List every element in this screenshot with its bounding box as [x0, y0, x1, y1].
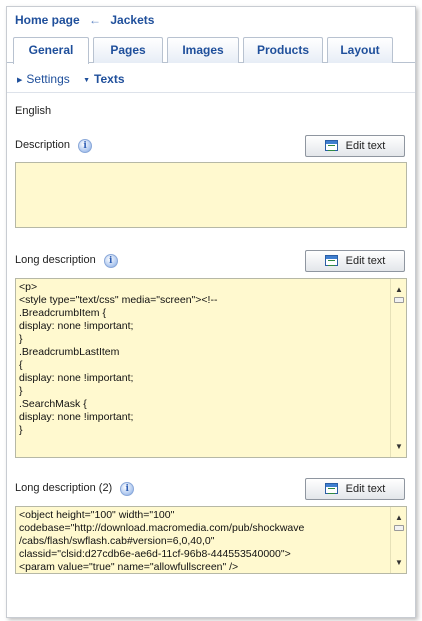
long-description-2-label: Long description (2) i — [15, 482, 135, 496]
breadcrumb-current[interactable]: Jackets — [110, 13, 154, 27]
editor-window-icon — [324, 255, 338, 266]
description-header: Description i Edit text — [7, 129, 415, 159]
subnav-settings-label: Settings — [26, 72, 70, 86]
long-description-2-text: <object height="100" width="100" codebas… — [19, 509, 305, 573]
sub-navigation: ▶ Settings ▼ Texts — [7, 63, 415, 93]
long-description-2-label-text: Long description (2) — [15, 482, 113, 494]
long-description-label: Long description i — [15, 254, 118, 268]
description-label: Description i — [15, 139, 93, 153]
long-description-2-textarea[interactable]: <object height="100" width="100" codebas… — [15, 506, 407, 574]
scroll-up-arrow-icon[interactable]: ▲ — [391, 511, 407, 524]
long-description-textarea[interactable]: <p> <style type="text/css" media="screen… — [15, 278, 407, 458]
long-description-2-edit-text-button[interactable]: Edit text — [305, 478, 405, 500]
scroll-down-arrow-icon[interactable]: ▼ — [391, 556, 407, 569]
subnav-settings[interactable]: ▶ Settings — [17, 72, 73, 86]
triangle-right-icon: ▶ — [17, 77, 23, 84]
description-label-text: Description — [15, 139, 71, 151]
long-description-2-header: Long description (2) i Edit text — [7, 472, 415, 502]
editor-window-icon — [324, 483, 338, 494]
long-description-header: Long description i Edit text — [7, 244, 415, 274]
triangle-down-icon: ▼ — [83, 77, 91, 84]
info-icon[interactable]: i — [120, 482, 135, 496]
scroll-up-arrow-icon[interactable]: ▲ — [391, 283, 407, 296]
tab-images[interactable]: Images — [167, 37, 239, 63]
tab-bar: General Pages Images Products Layout — [7, 33, 415, 64]
language-heading: English — [15, 105, 52, 117]
info-icon[interactable]: i — [78, 139, 93, 153]
editor-panel: Home page ← Jackets General Pages Images… — [6, 6, 416, 618]
editor-window-icon — [324, 140, 338, 151]
long-description-scrollbar[interactable]: ▲ ▼ — [390, 279, 406, 457]
tab-layout[interactable]: Layout — [327, 37, 393, 63]
edit-text-label: Edit text — [345, 255, 386, 267]
long-description-label-text: Long description — [15, 254, 96, 266]
info-icon[interactable]: i — [103, 254, 118, 268]
tab-pages[interactable]: Pages — [93, 37, 163, 63]
subnav-texts[interactable]: ▼ Texts — [83, 72, 124, 86]
long-description-2-scrollbar[interactable]: ▲ ▼ — [390, 507, 406, 573]
breadcrumb: Home page ← Jackets — [7, 7, 415, 33]
description-textarea[interactable] — [15, 162, 407, 228]
tab-products[interactable]: Products — [243, 37, 323, 63]
scroll-thumb[interactable] — [394, 297, 404, 303]
long-description-text: <p> <style type="text/css" media="screen… — [19, 281, 218, 436]
edit-text-label: Edit text — [345, 483, 386, 495]
subnav-texts-label: Texts — [94, 72, 125, 86]
long-description-edit-text-button[interactable]: Edit text — [305, 250, 405, 272]
edit-text-label: Edit text — [345, 140, 386, 152]
description-edit-text-button[interactable]: Edit text — [305, 135, 405, 157]
breadcrumb-separator-icon: ← — [89, 13, 102, 27]
breadcrumb-home-link[interactable]: Home page — [15, 13, 80, 27]
tab-general[interactable]: General — [13, 37, 89, 64]
scroll-thumb[interactable] — [394, 525, 404, 531]
scroll-down-arrow-icon[interactable]: ▼ — [391, 440, 407, 453]
